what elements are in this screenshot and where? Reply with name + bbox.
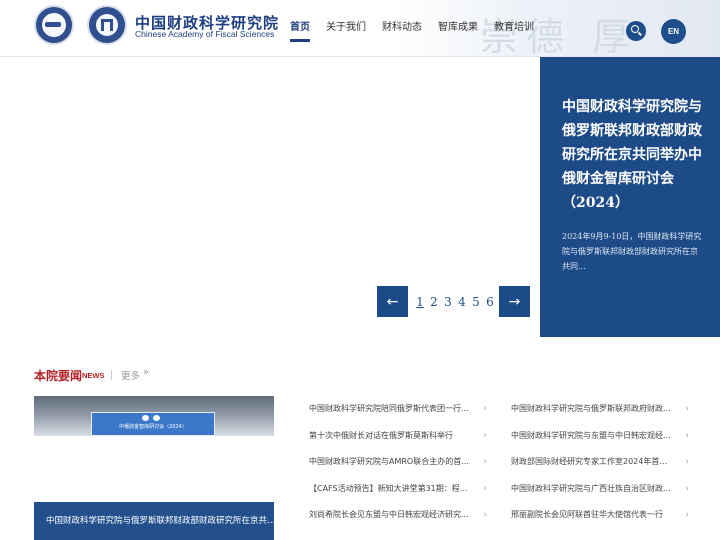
- section-divider: [111, 370, 112, 380]
- carousel-next-button[interactable]: →: [499, 286, 530, 317]
- nav-news[interactable]: 财科动态: [382, 18, 422, 45]
- chevron-right-icon: ›: [685, 430, 689, 441]
- list-item[interactable]: 中国财政科学研究院与俄罗斯联邦政府财政... ›: [511, 396, 689, 423]
- list-item[interactable]: 第十次中俄财长对话在俄罗斯莫斯科举行 ›: [309, 423, 487, 450]
- chevron-right-icon: ›: [685, 483, 689, 494]
- page-2[interactable]: 2: [430, 295, 438, 309]
- photo-caption[interactable]: 中国财政科学研究院与俄罗斯联邦财政部财政研究所在京共...: [34, 502, 274, 540]
- list-item[interactable]: 财政部国际财经研究专家工作室2024年首次... ›: [511, 449, 689, 476]
- page-3[interactable]: 3: [444, 295, 452, 309]
- slide-info-panel[interactable]: 中国财政科学研究院与俄罗斯联邦财政部财政研究所在京共同举办中俄财金智库研讨会（2…: [540, 57, 720, 337]
- chevron-right-icon: ›: [483, 457, 487, 467]
- page-1[interactable]: 1: [416, 295, 424, 309]
- institute-emblem-logo[interactable]: [34, 5, 74, 45]
- nav-about[interactable]: 关于我们: [326, 18, 366, 45]
- chevron-right-icon: ›: [685, 404, 689, 414]
- list-item[interactable]: 中国财政科学研究院与AMRO联合主办的首... ›: [309, 449, 487, 476]
- slide-summary: 2024年9月9-10日，中国财政科学研究院与俄罗斯联邦财政部财政研究所在京共同…: [562, 232, 702, 271]
- nav-think-tank[interactable]: 智库成果: [438, 18, 478, 45]
- carousel-prev-button[interactable]: ←: [377, 286, 408, 317]
- site-header: 崇德 厚 中国财政科学研究院 Chinese Academy of Fiscal…: [0, 0, 720, 57]
- photo-screen-text: 中俄财金智库研讨会（2024）: [119, 424, 187, 430]
- chevron-right-icon: ›: [685, 510, 689, 520]
- main-nav: 首页 关于我们 财科动态 智库成果 教育培训: [290, 18, 550, 45]
- list-item[interactable]: 邢丽副院长会见阿联酋驻华大使馆代表一行 ›: [511, 502, 689, 529]
- chevron-right-icon: ›: [483, 404, 487, 414]
- nav-education[interactable]: 教育培训: [494, 18, 534, 45]
- list-item[interactable]: 刘尚希院长会见东盟与中日韩宏观经济研究... ›: [309, 502, 487, 529]
- section-title: 本院要闻: [34, 369, 83, 383]
- carousel-pagination: 1 2 3 4 5 6: [416, 295, 500, 309]
- language-toggle-button[interactable]: EN: [661, 19, 686, 44]
- list-item[interactable]: 【CAFS活动预告】新知大讲堂第31期：程... ›: [309, 476, 487, 503]
- more-link[interactable]: 更多: [121, 368, 140, 382]
- search-icon[interactable]: [626, 21, 646, 41]
- page-5[interactable]: 5: [472, 295, 480, 309]
- page-6[interactable]: 6: [486, 295, 494, 309]
- news-list-left: 中国财政科学研究院陪同俄罗斯代表团一行... › 第十次中俄财长对话在俄罗斯莫斯科…: [309, 396, 487, 529]
- photo-stage-screen: 中俄财金智库研讨会（2024）: [91, 412, 215, 436]
- page-4[interactable]: 4: [458, 295, 466, 309]
- chevron-right-icon: ›: [483, 510, 487, 520]
- nav-home[interactable]: 首页: [290, 18, 310, 45]
- slide-title[interactable]: 中国财政科学研究院与俄罗斯联邦财政部财政研究所在京共同举办中俄财金智库研讨会（2…: [562, 95, 704, 215]
- chevron-right-icon: ›: [483, 430, 487, 441]
- chevron-right-icon: ›: [685, 457, 689, 467]
- list-item[interactable]: 中国财政科学研究院与东盟与中日韩宏观经... ›: [511, 423, 689, 450]
- list-item[interactable]: 中国财政科学研究院与广西壮族自治区财政... ›: [511, 476, 689, 503]
- news-photo[interactable]: 中俄财金智库研讨会（2024）: [34, 396, 274, 436]
- news-list-right: 中国财政科学研究院与俄罗斯联邦政府财政... › 中国财政科学研究院与东盟与中日韩…: [511, 396, 689, 529]
- academy-logo[interactable]: [87, 5, 127, 45]
- section-subtitle: NEWS: [82, 371, 105, 380]
- list-item[interactable]: 中国财政科学研究院陪同俄罗斯代表团一行... ›: [309, 396, 487, 423]
- chevron-right-icon: ›: [483, 483, 487, 494]
- hero-carousel: 中国财政科学研究院与俄罗斯联邦财政部财政研究所在京共同举办中俄财金智库研讨会（2…: [0, 57, 720, 337]
- double-chevron-right-icon[interactable]: »: [143, 367, 149, 378]
- brand-name-en[interactable]: Chinese Academy of Fiscal Sciences: [135, 29, 274, 39]
